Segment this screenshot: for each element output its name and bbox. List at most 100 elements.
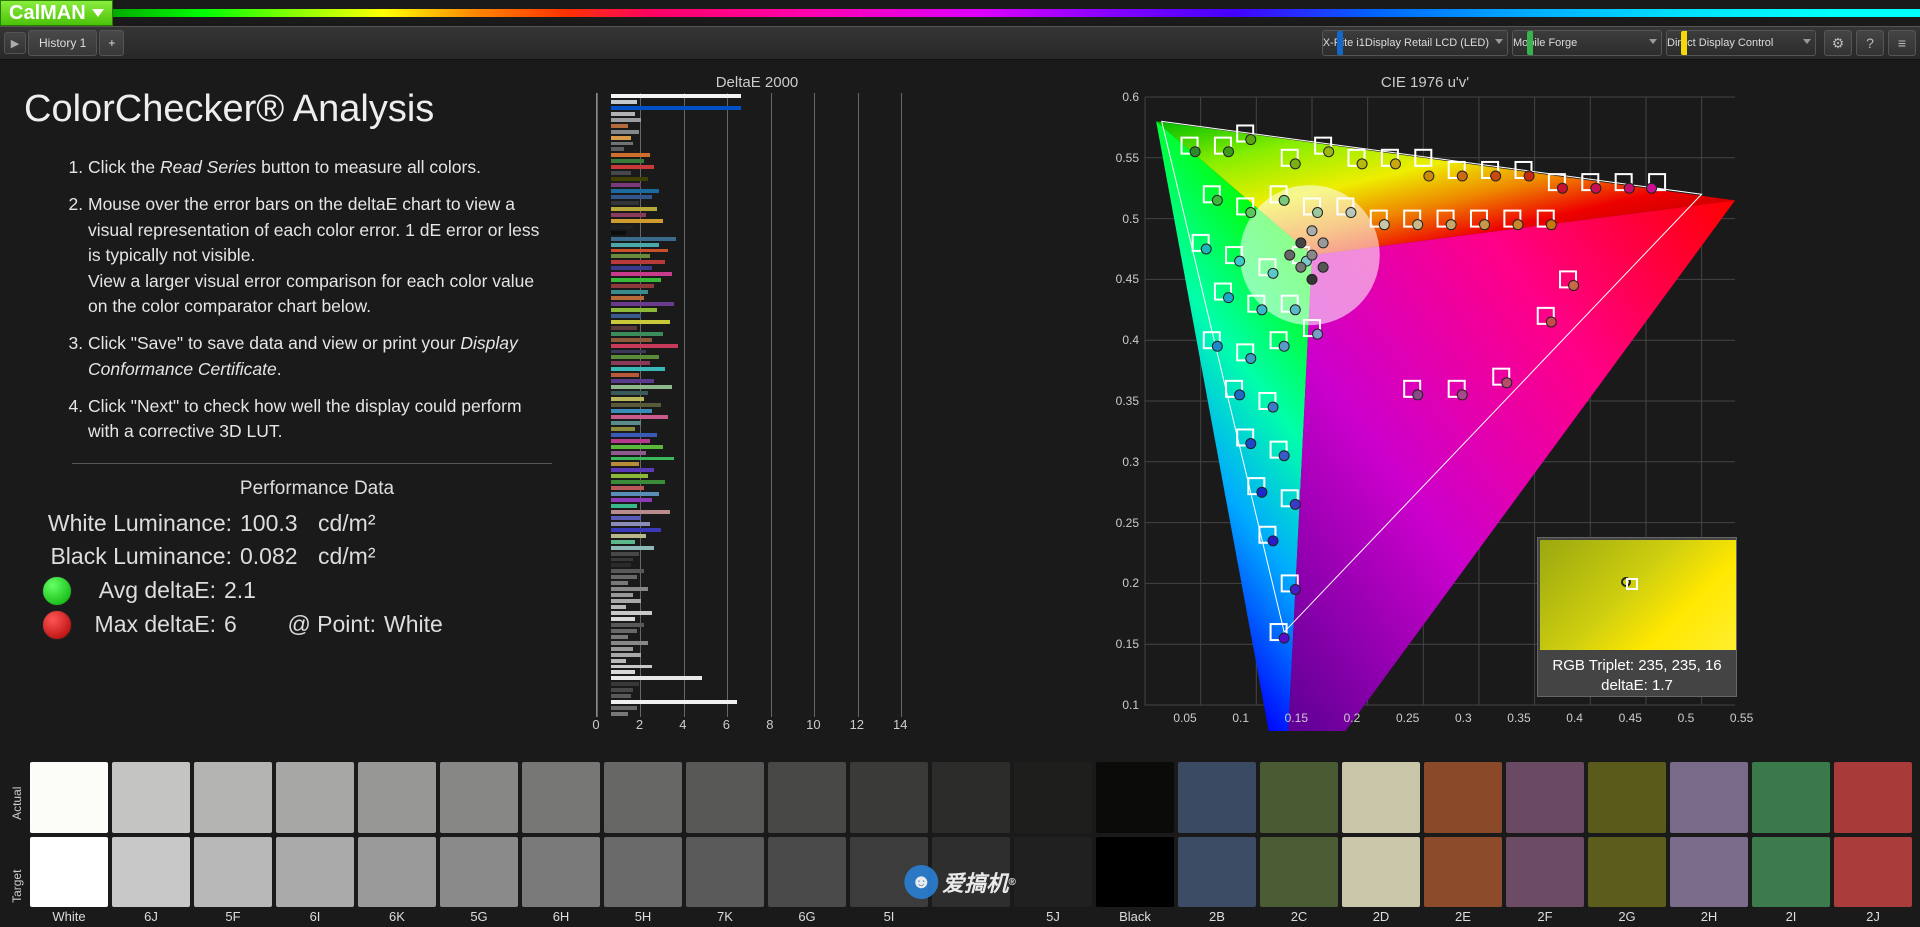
swatch-column[interactable]: 5I	[850, 762, 928, 927]
swatch-column[interactable]: 5H	[604, 762, 682, 927]
swatch-column[interactable]	[932, 762, 1010, 927]
deltae-bar[interactable]	[611, 427, 635, 431]
deltae-bar[interactable]	[611, 124, 628, 128]
deltae-bar[interactable]	[611, 302, 674, 306]
deltae-bar[interactable]	[611, 296, 644, 300]
deltae-bar[interactable]	[611, 308, 657, 312]
deltae-bar[interactable]	[611, 522, 650, 526]
deltae-bar[interactable]	[611, 130, 639, 134]
deltae-bar[interactable]	[611, 177, 648, 181]
deltae-bar[interactable]	[611, 474, 648, 478]
swatch-column[interactable]: 2D	[1342, 762, 1420, 927]
deltae-bar[interactable]	[611, 569, 644, 573]
device-pill[interactable]: Direct Display Control	[1666, 30, 1816, 56]
deltae-bar[interactable]	[611, 421, 641, 425]
deltae-bar[interactable]	[611, 355, 659, 359]
deltae-bar[interactable]	[611, 665, 652, 669]
deltae-bar[interactable]	[611, 320, 670, 324]
deltae-bar[interactable]	[611, 581, 628, 585]
deltae-bar[interactable]	[611, 171, 631, 175]
deltae-bar[interactable]	[611, 439, 650, 443]
deltae-bar[interactable]	[611, 326, 637, 330]
deltae-bar[interactable]	[611, 516, 641, 520]
deltae-bar[interactable]	[611, 153, 650, 157]
deltae-bar[interactable]	[611, 670, 635, 674]
deltae-bar[interactable]	[611, 147, 624, 151]
deltae-bar[interactable]	[611, 195, 652, 199]
deltae-bar[interactable]	[611, 94, 741, 98]
deltae-bar[interactable]	[611, 462, 639, 466]
deltae-bar[interactable]	[611, 231, 626, 235]
deltae-bar[interactable]	[611, 338, 652, 342]
tab-add-button[interactable]: +	[99, 30, 124, 56]
deltae-bar[interactable]	[611, 534, 646, 538]
deltae-bar[interactable]	[611, 344, 678, 348]
deltae-bar[interactable]	[611, 593, 633, 597]
help-button[interactable]: ?	[1856, 30, 1884, 56]
deltae-bar[interactable]	[611, 700, 737, 704]
deltae-bar[interactable]	[611, 272, 672, 276]
deltae-bar[interactable]	[611, 136, 631, 140]
deltae-bar[interactable]	[611, 415, 668, 419]
deltae-bar[interactable]	[611, 552, 639, 556]
deltae-bar[interactable]	[611, 183, 641, 187]
deltae-bar[interactable]	[611, 403, 661, 407]
deltae-bar[interactable]	[611, 635, 628, 639]
swatch-column[interactable]: 6I	[276, 762, 354, 927]
deltae-bar[interactable]	[611, 611, 652, 615]
tab-history[interactable]: History 1	[28, 30, 97, 56]
swatch-column[interactable]: 5F	[194, 762, 272, 927]
swatch-column[interactable]: 6H	[522, 762, 600, 927]
deltae-bar[interactable]	[611, 207, 657, 211]
deltae-bar[interactable]	[611, 451, 646, 455]
swatch-column[interactable]: 5J	[1014, 762, 1092, 927]
deltae-bar[interactable]	[611, 575, 637, 579]
deltae-bar[interactable]	[611, 563, 631, 567]
deltae-bar[interactable]	[611, 350, 646, 354]
swatch-column[interactable]: 6K	[358, 762, 436, 927]
swatch-column[interactable]: 2J	[1834, 762, 1912, 927]
swatch-column[interactable]: 2C	[1260, 762, 1338, 927]
deltae-bar[interactable]	[611, 528, 661, 532]
deltae-bar[interactable]	[611, 504, 637, 508]
swatch-column[interactable]: 7K	[686, 762, 764, 927]
swatch-column[interactable]: 2H	[1670, 762, 1748, 927]
deltae-bar[interactable]	[611, 498, 652, 502]
deltae-bar[interactable]	[611, 112, 635, 116]
deltae-bar[interactable]	[611, 486, 644, 490]
deltae-bar[interactable]	[611, 237, 676, 241]
deltae-bar[interactable]	[611, 397, 644, 401]
deltae-bar[interactable]	[611, 201, 639, 205]
deltae-bar[interactable]	[611, 266, 652, 270]
deltae-bar[interactable]	[611, 243, 659, 247]
deltae-bar[interactable]	[611, 468, 654, 472]
swatch-column[interactable]: 6J	[112, 762, 190, 927]
deltae-bar[interactable]	[611, 647, 633, 651]
deltae-bar[interactable]	[611, 100, 637, 104]
deltae-bar[interactable]	[611, 510, 670, 514]
deltae-bar[interactable]	[611, 445, 663, 449]
deltae-bar[interactable]	[611, 706, 637, 710]
deltae-bar[interactable]	[611, 558, 633, 562]
deltae-bar[interactable]	[611, 213, 646, 217]
cie-chart[interactable]: 0.10.150.20.250.30.350.40.450.50.550.6 0…	[1105, 91, 1745, 731]
deltae-bar[interactable]	[611, 653, 641, 657]
deltae-bar[interactable]	[611, 659, 626, 663]
deltae-bar[interactable]	[611, 641, 648, 645]
deltae-bar[interactable]	[611, 688, 633, 692]
deltae-bar[interactable]	[611, 290, 648, 294]
deltae-bar[interactable]	[611, 712, 628, 716]
swatch-column[interactable]: 2E	[1424, 762, 1502, 927]
deltae-bar[interactable]	[611, 492, 659, 496]
deltae-bar[interactable]	[611, 118, 641, 122]
deltae-bar[interactable]	[611, 367, 665, 371]
deltae-bar[interactable]	[611, 219, 663, 223]
swatch-column[interactable]: 5G	[440, 762, 518, 927]
swatch-column[interactable]: 2B	[1178, 762, 1256, 927]
deltae-bar[interactable]	[611, 189, 659, 193]
app-logo[interactable]: CalMAN	[0, 0, 113, 26]
deltae-bar[interactable]	[611, 694, 631, 698]
device-pill[interactable]: X-Rite i1Display Retail LCD (LED)	[1322, 30, 1508, 56]
deltae-bar[interactable]	[611, 546, 654, 550]
swatch-column[interactable]: White	[30, 762, 108, 927]
